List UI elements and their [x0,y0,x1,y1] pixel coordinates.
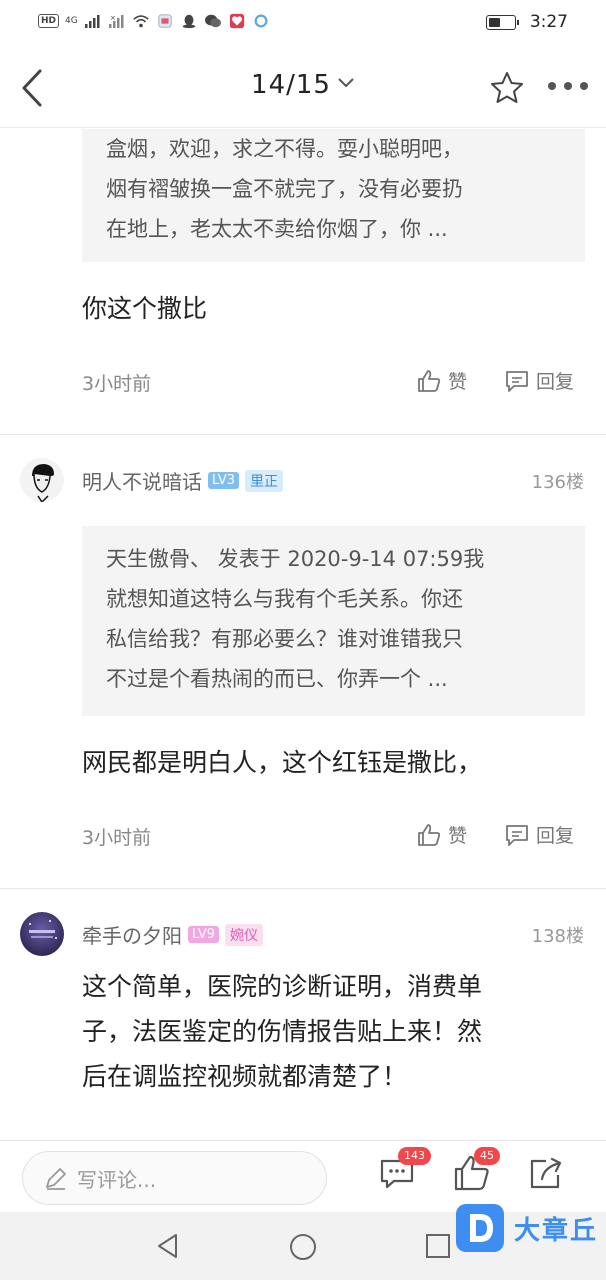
divider [0,888,606,889]
comment-line: 这个简单，医院的诊断证明，消费单 [82,972,483,1001]
username: 牵手の夕阳 [82,924,182,948]
status-bar-right: 3:27 [485,12,568,32]
signal-no-service-icon: × [108,14,124,28]
thumbs-up-icon [418,823,441,846]
system-recents-icon[interactable] [424,1232,452,1260]
level-badge: LV3 [208,472,239,489]
pencil-icon [46,1168,66,1190]
like-label: 赞 [448,371,468,393]
status-bar: HD 4G × 3:27 [0,0,606,48]
comment-line: 子，法医鉴定的伤情报告贴上来！然 [82,1017,483,1046]
share-icon [530,1157,562,1189]
comment-line: 后在调监控视频就都清楚了！ [82,1062,408,1091]
reply-label: 回复 [536,371,575,393]
top-nav-bar: 14/15 [0,48,606,128]
watermark: 大章丘 [456,1204,598,1252]
system-home-icon[interactable] [288,1232,318,1262]
like-label: 赞 [448,825,468,847]
comments-button[interactable]: 143 [378,1147,431,1193]
reply-button[interactable]: 回复 [504,367,574,394]
comment-line: 你这个撒比 [82,294,208,323]
avatar-portrait [32,464,54,502]
network-type: 4G [65,16,78,26]
signal-icon [84,15,100,28]
floor-number: 136楼 [531,472,584,493]
comment-line: 网民都是明白人，这个红钰是撒比， [82,748,483,777]
comment-user[interactable]: 明人不说暗话 LV3 里正 [82,466,283,495]
write-comment-input[interactable]: 写评论... [22,1151,327,1205]
floor-number: 138楼 [531,926,584,947]
quote-line: 烟有褶皱换一盒不就完了，没有必要扔 [106,177,463,201]
wifi-icon [132,15,149,28]
title-badge: 婉仪 [224,923,263,946]
watermark-logo [456,1204,504,1252]
qq-icon [182,14,195,29]
avatar-starry [29,920,57,939]
battery-level [488,17,500,27]
quote-line: 在地上，老太太不卖给你烟了，你 ... [106,217,448,241]
page-indicator: 14/15 [251,70,331,100]
comment-list: 盒烟，欢迎，求之不得。耍小聪明吧， 烟有褶皱换一盒不就完了，没有必要扔 在地上，… [0,129,606,1140]
battery-icon [485,14,519,30]
comment-body: 你这个撒比 [82,286,587,331]
browser-icon [254,14,268,28]
heart-app-icon [229,13,244,29]
reply-bubble-icon [506,370,528,392]
quote-line: 天生傲骨、 发表于 2020-9-14 07:59我 [106,547,485,571]
like-button[interactable]: 赞 [416,367,467,394]
comment-count-badge: 143 [398,1147,431,1165]
quote-line: 私信给我？有那必要么？谁对谁错我只 [106,627,463,651]
username: 明人不说暗话 [82,470,202,494]
divider [0,434,606,435]
avatar[interactable] [20,912,64,956]
comment-placeholder: 写评论... [77,1167,157,1192]
comment-time: 3小时前 [82,373,152,395]
quote-line: 就想知道这特么与我有个毛关系。你还 [106,587,463,611]
share-button[interactable] [526,1153,566,1193]
like-post-button[interactable]: 45 [452,1147,500,1193]
bottom-action-bar: 写评论... 143 45 [0,1140,606,1212]
system-back-icon[interactable] [154,1232,182,1260]
more-options-icon[interactable] [548,82,588,94]
thumbs-up-icon [418,369,441,392]
comment-user[interactable]: 牵手の夕阳 LV9 婉仪 [82,920,263,949]
status-bar-left: HD 4G × [38,13,270,29]
quote-line: 不过是个看热闹的而已、你弄一个 ... [106,667,448,691]
quote-line: 盒烟，欢迎，求之不得。耍小聪明吧， [106,137,463,161]
like-count-badge: 45 [474,1147,500,1165]
comment-body: 这个简单，医院的诊断证明，消费单 子，法医鉴定的伤情报告贴上来！然 后在调监控视… [82,964,587,1099]
app-notification-icon [158,14,172,28]
d-logo-icon [470,1214,493,1242]
avatar[interactable] [20,458,64,502]
hd-indicator: HD [38,14,60,28]
quoted-comment[interactable]: 天生傲骨、 发表于 2020-9-14 07:59我 就想知道这特么与我有个毛关… [82,526,585,716]
reply-bubble-icon [506,824,528,846]
title-badge: 里正 [244,469,283,492]
watermark-text: 大章丘 [514,1215,599,1246]
clock: 3:27 [529,12,568,32]
chevron-down-icon [338,78,354,88]
reply-button[interactable]: 回复 [504,821,574,848]
comment-time: 3小时前 [82,827,152,849]
favorite-star-icon[interactable] [489,70,525,106]
like-button[interactable]: 赞 [416,821,467,848]
comment-body: 网民都是明白人，这个红钰是撒比， [82,740,587,785]
wechat-icon [204,14,221,28]
quoted-comment[interactable]: 盒烟，欢迎，求之不得。耍小聪明吧， 烟有褶皱换一盒不就完了，没有必要扔 在地上，… [82,129,585,262]
svg-text:×: × [110,14,116,22]
level-badge: LV9 [188,926,219,943]
reply-label: 回复 [536,825,575,847]
